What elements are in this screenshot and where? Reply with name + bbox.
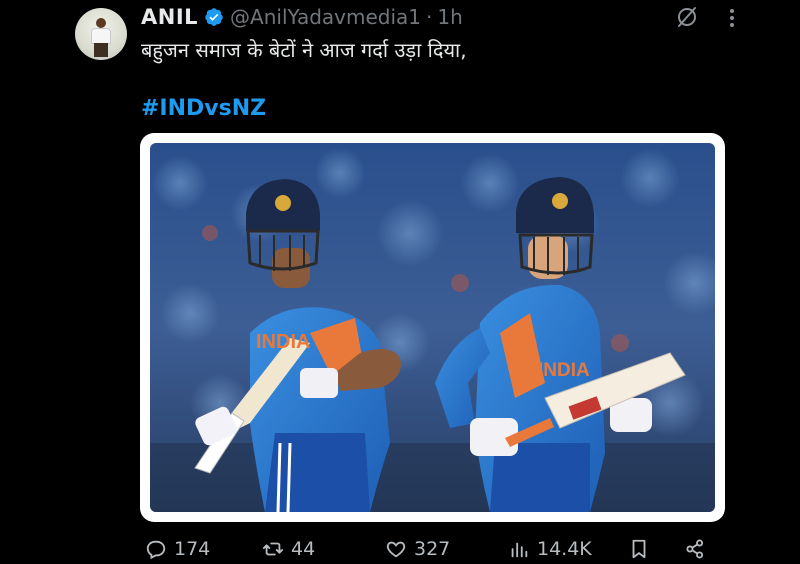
timestamp[interactable]: 1h (437, 5, 462, 29)
bookmark-button[interactable] (628, 536, 650, 562)
views-button[interactable]: 14.4K (508, 536, 592, 562)
verified-badge-icon (204, 7, 224, 27)
reply-count: 174 (174, 538, 211, 560)
author-handle[interactable]: @AnilYadavmedia1 (230, 5, 421, 29)
bookmark-icon (632, 539, 646, 559)
share-button[interactable] (684, 536, 706, 562)
cricket-photo-illustration: INDIA INDIA (150, 143, 715, 512)
mute-icon[interactable] (675, 5, 699, 29)
tweet-text: बहुजन समाज के बेटों ने आज गर्दा उड़ा दिय… (141, 38, 467, 62)
avatar[interactable] (75, 8, 127, 60)
views-icon (511, 542, 528, 558)
tweet-header: ANIL @AnilYadavmedia1 · 1h (141, 3, 463, 31)
share-icon (686, 539, 704, 559)
media-frame: INDIA INDIA (140, 133, 725, 522)
action-bar: 174 44 327 14.4K (0, 536, 800, 562)
views-count: 14.4K (537, 538, 592, 560)
avatar-legs (94, 43, 108, 57)
author-name[interactable]: ANIL (141, 5, 198, 29)
header-separator: · (426, 5, 433, 29)
svg-text:INDIA: INDIA (256, 331, 310, 353)
like-count: 327 (414, 538, 451, 560)
like-button[interactable]: 327 (385, 536, 450, 562)
reply-icon (146, 540, 166, 560)
like-icon (386, 541, 406, 558)
hashtag-link[interactable]: #INDvsNZ (141, 96, 266, 121)
repost-icon (262, 542, 284, 556)
svg-text:INDIA: INDIA (538, 360, 590, 381)
tweet-photo[interactable]: INDIA INDIA (150, 143, 715, 512)
avatar-shirt (91, 28, 111, 44)
reply-button[interactable]: 174 (145, 536, 210, 562)
avatar-head (96, 18, 106, 28)
more-icon[interactable] (722, 7, 742, 29)
repost-count: 44 (291, 538, 316, 560)
repost-button[interactable]: 44 (262, 536, 315, 562)
